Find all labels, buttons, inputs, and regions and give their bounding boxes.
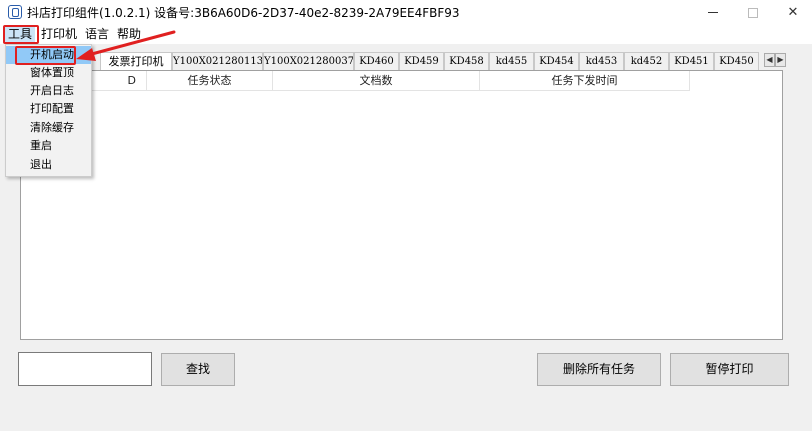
tab-kd451[interactable]: KD451 <box>669 52 714 70</box>
menu-item-auto-start[interactable]: 开机启动 <box>6 46 91 64</box>
delete-all-tasks-button[interactable]: 删除所有任务 <box>537 353 661 386</box>
tab-invoice-printer[interactable]: 发票打印机 <box>100 52 172 70</box>
minimize-icon <box>708 12 718 13</box>
column-header-status[interactable]: 任务状态 <box>147 71 273 91</box>
window-title: 抖店打印组件(1.0.2.1) 设备号:3B6A60D6-2D37-40e2-8… <box>27 6 460 20</box>
menu-language[interactable]: 语言 <box>82 26 112 43</box>
tab-kd454[interactable]: KD454 <box>534 52 579 70</box>
search-input[interactable] <box>18 352 152 386</box>
tab-kd458[interactable]: KD458 <box>444 52 489 70</box>
tab-scroll-right-button[interactable]: ▶ <box>775 53 786 67</box>
close-button[interactable]: ✕ <box>770 0 812 25</box>
tab-scroll-left-button[interactable]: ◀ <box>764 53 775 67</box>
tab-y100x021280113[interactable]: Y100X021280113 <box>172 52 263 70</box>
menu-help[interactable]: 帮助 <box>114 26 144 43</box>
menu-tools[interactable]: 工具 <box>5 26 36 43</box>
tools-dropdown-menu: 开机启动 窗体置顶 开启日志 打印配置 清除缓存 重启 退出 <box>5 44 92 177</box>
find-button[interactable]: 查找 <box>161 353 235 386</box>
tab-kd450[interactable]: KD450 <box>714 52 759 70</box>
menu-bar: 工具 打印机 语言 帮助 <box>0 25 812 44</box>
printer-tab-strip: 发票打印机 Y100X021280113 Y100X021280037 KD46… <box>20 52 790 70</box>
task-list-table: D 任务状态 文档数 任务下发时间 <box>20 70 783 340</box>
tab-kd455[interactable]: kd455 <box>489 52 534 70</box>
column-header-doc-count[interactable]: 文档数 <box>273 71 480 91</box>
menu-item-restart[interactable]: 重启 <box>6 137 91 155</box>
menu-item-always-on-top[interactable]: 窗体置顶 <box>6 64 91 82</box>
column-header-dispatch-time[interactable]: 任务下发时间 <box>480 71 690 91</box>
app-window: 抖店打印组件(1.0.2.1) 设备号:3B6A60D6-2D37-40e2-8… <box>0 0 812 431</box>
tab-scroll-buttons: ◀ ▶ <box>764 53 786 67</box>
pause-printing-button[interactable]: 暂停打印 <box>670 353 789 386</box>
title-bar: 抖店打印组件(1.0.2.1) 设备号:3B6A60D6-2D37-40e2-8… <box>0 0 812 25</box>
menu-item-print-config[interactable]: 打印配置 <box>6 100 91 118</box>
menu-printer[interactable]: 打印机 <box>38 26 80 43</box>
tab-y100x021280037[interactable]: Y100X021280037 <box>263 52 354 70</box>
menu-item-exit[interactable]: 退出 <box>6 156 91 174</box>
tab-kd453[interactable]: kd453 <box>579 52 624 70</box>
menu-item-clear-cache[interactable]: 清除缓存 <box>6 119 91 137</box>
menu-item-enable-log[interactable]: 开启日志 <box>6 82 91 100</box>
tab-kd452[interactable]: kd452 <box>624 52 669 70</box>
maximize-icon <box>748 7 758 18</box>
tab-kd459[interactable]: KD459 <box>399 52 444 70</box>
app-logo-icon <box>8 5 22 19</box>
tab-kd460[interactable]: KD460 <box>354 52 399 70</box>
